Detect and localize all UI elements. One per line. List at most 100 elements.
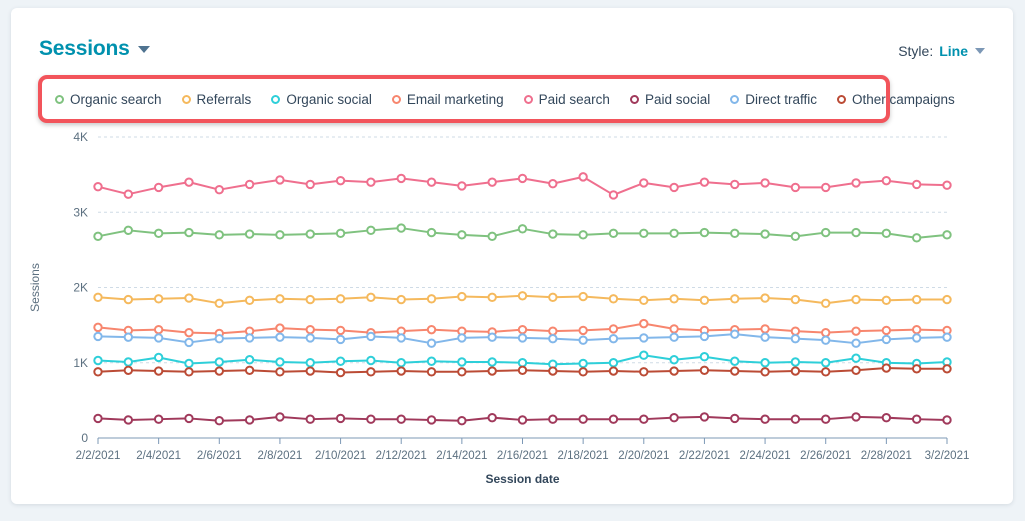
data-point[interactable]	[730, 228, 740, 239]
data-point[interactable]	[366, 367, 376, 377]
data-point[interactable]	[275, 175, 285, 185]
data-point[interactable]	[790, 366, 801, 376]
data-point[interactable]	[639, 367, 649, 377]
data-point[interactable]	[517, 173, 528, 184]
data-point[interactable]	[335, 294, 346, 304]
data-point[interactable]	[366, 292, 376, 302]
data-point[interactable]	[214, 357, 224, 367]
data-point[interactable]	[760, 293, 770, 303]
data-point[interactable]	[578, 291, 588, 302]
data-point[interactable]	[608, 190, 619, 200]
data-point[interactable]	[699, 177, 710, 187]
data-point[interactable]	[578, 335, 588, 345]
data-point[interactable]	[426, 294, 437, 304]
data-point[interactable]	[639, 295, 649, 305]
legend-item-referrals[interactable]: Referrals	[181, 92, 251, 107]
data-point[interactable]	[366, 355, 376, 366]
data-point[interactable]	[639, 350, 649, 360]
data-point[interactable]	[93, 231, 103, 242]
data-point[interactable]	[881, 295, 892, 305]
data-point[interactable]	[305, 324, 315, 335]
data-point[interactable]	[911, 233, 922, 243]
data-point[interactable]	[639, 228, 649, 239]
data-point[interactable]	[548, 292, 558, 302]
data-point[interactable]	[153, 228, 164, 239]
data-point[interactable]	[366, 177, 376, 187]
data-point[interactable]	[942, 415, 952, 425]
data-point[interactable]	[457, 367, 467, 377]
data-point[interactable]	[335, 228, 346, 239]
data-point[interactable]	[305, 294, 315, 305]
data-point[interactable]	[881, 325, 892, 336]
data-point[interactable]	[275, 412, 285, 422]
data-point[interactable]	[942, 332, 952, 342]
data-point[interactable]	[578, 367, 588, 377]
data-point[interactable]	[669, 366, 679, 376]
data-point[interactable]	[669, 182, 679, 193]
data-point[interactable]	[366, 414, 376, 424]
data-point[interactable]	[608, 358, 619, 368]
data-point[interactable]	[548, 366, 558, 376]
data-point[interactable]	[911, 333, 922, 343]
data-point[interactable]	[699, 365, 710, 375]
data-point[interactable]	[790, 182, 801, 193]
data-point[interactable]	[153, 414, 164, 424]
data-point[interactable]	[639, 178, 649, 188]
data-point[interactable]	[123, 225, 134, 236]
data-point[interactable]	[305, 229, 315, 239]
data-point[interactable]	[548, 229, 558, 239]
data-point[interactable]	[457, 333, 467, 343]
data-point[interactable]	[669, 294, 679, 304]
data-point[interactable]	[275, 332, 285, 342]
data-point[interactable]	[942, 364, 952, 374]
data-point[interactable]	[487, 412, 497, 423]
data-point[interactable]	[214, 333, 224, 344]
data-point[interactable]	[214, 184, 224, 195]
data-point[interactable]	[821, 414, 831, 424]
data-point[interactable]	[426, 338, 437, 348]
data-point[interactable]	[881, 228, 892, 239]
data-point[interactable]	[548, 326, 558, 336]
data-point[interactable]	[123, 365, 134, 375]
data-point[interactable]	[790, 414, 801, 424]
data-point[interactable]	[517, 333, 528, 343]
data-point[interactable]	[760, 324, 770, 334]
data-point[interactable]	[93, 367, 103, 377]
data-point[interactable]	[669, 355, 679, 365]
data-point[interactable]	[123, 357, 134, 367]
data-point[interactable]	[426, 324, 437, 335]
data-point[interactable]	[578, 172, 588, 182]
legend-item-organic-search[interactable]: Organic search	[55, 92, 162, 107]
data-point[interactable]	[426, 177, 437, 187]
data-point[interactable]	[457, 357, 467, 367]
data-point[interactable]	[821, 298, 831, 309]
data-point[interactable]	[275, 367, 285, 377]
data-point[interactable]	[669, 412, 679, 423]
data-point[interactable]	[790, 333, 801, 344]
data-point[interactable]	[275, 294, 285, 304]
data-point[interactable]	[487, 332, 497, 342]
data-point[interactable]	[396, 173, 406, 184]
data-point[interactable]	[426, 356, 437, 366]
data-point[interactable]	[457, 230, 467, 240]
data-point[interactable]	[184, 327, 194, 338]
data-point[interactable]	[123, 294, 134, 305]
data-point[interactable]	[487, 231, 497, 242]
data-point[interactable]	[699, 352, 710, 362]
data-point[interactable]	[426, 227, 437, 238]
data-point[interactable]	[244, 333, 255, 343]
data-point[interactable]	[244, 365, 255, 375]
data-point[interactable]	[669, 228, 679, 239]
data-point[interactable]	[760, 414, 770, 424]
data-point[interactable]	[244, 415, 255, 425]
data-point[interactable]	[730, 179, 740, 190]
data-point[interactable]	[396, 294, 406, 305]
data-point[interactable]	[335, 334, 346, 345]
data-point[interactable]	[790, 357, 801, 367]
data-point[interactable]	[821, 182, 831, 193]
data-point[interactable]	[214, 366, 224, 376]
data-point[interactable]	[881, 175, 892, 186]
data-point[interactable]	[487, 357, 497, 367]
data-point[interactable]	[184, 337, 194, 348]
data-point[interactable]	[184, 293, 194, 303]
